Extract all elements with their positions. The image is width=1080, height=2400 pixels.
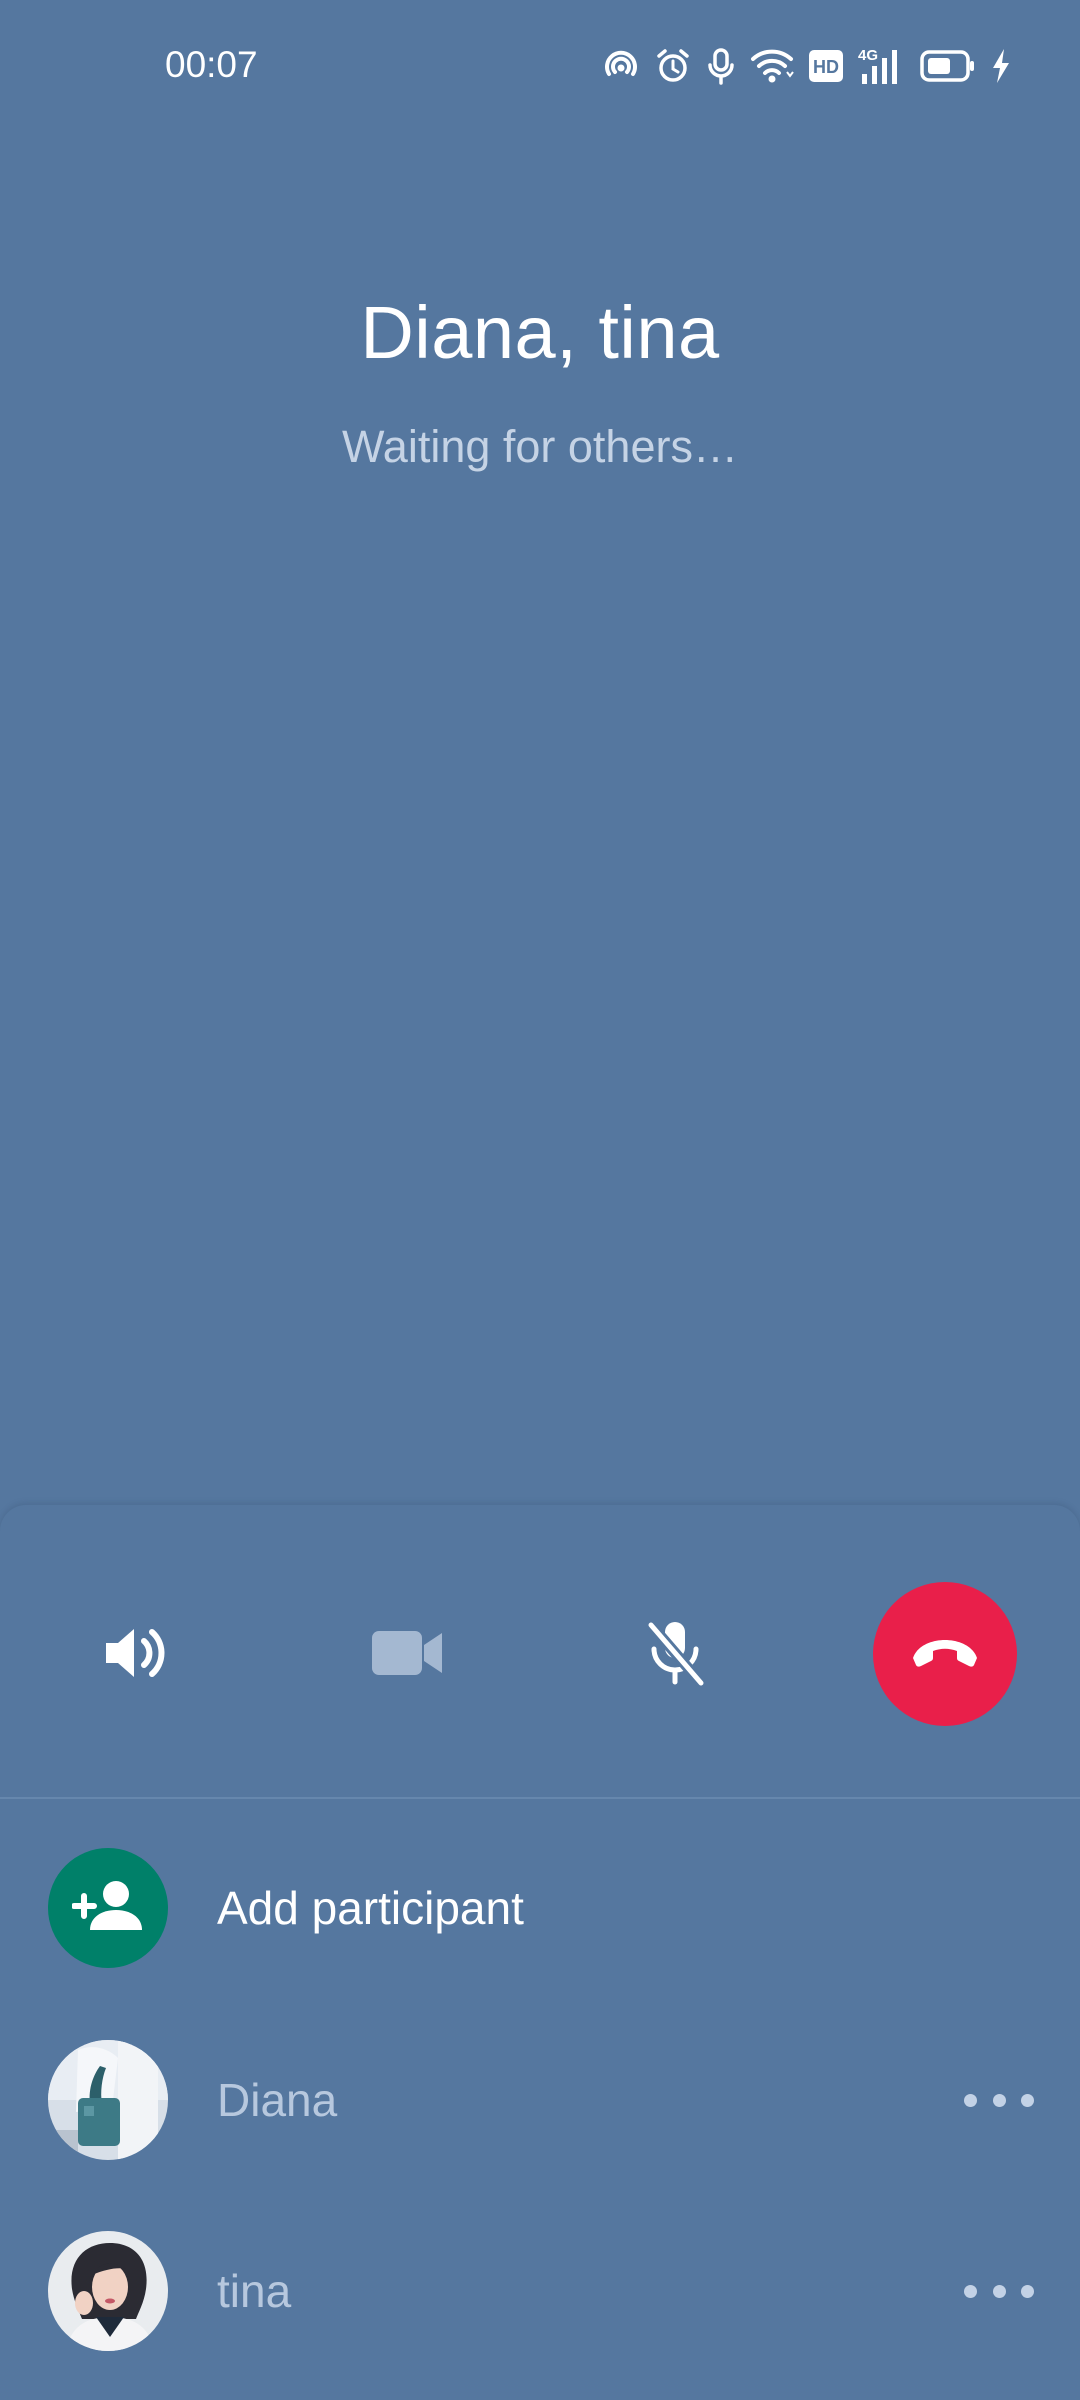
mute-button[interactable] xyxy=(610,1575,740,1735)
more-icon-dot xyxy=(964,2093,977,2107)
wifi-icon xyxy=(750,47,794,85)
participant-name: tina xyxy=(217,2265,292,2317)
alarm-icon xyxy=(654,47,692,85)
hotspot-icon xyxy=(602,47,640,85)
call-status: Waiting for others… xyxy=(342,421,738,472)
signal-4g-icon: 4G xyxy=(858,46,906,86)
call-header: Diana, tina Waiting for others… xyxy=(0,290,1080,473)
speaker-icon xyxy=(102,1623,168,1688)
status-icons: HD 4G xyxy=(602,44,1012,88)
battery-icon xyxy=(920,49,976,83)
more-options-button[interactable] xyxy=(964,2271,1034,2311)
avatar xyxy=(48,2040,168,2160)
status-bar: 00:07 HD 4G xyxy=(0,0,1080,135)
avatar xyxy=(48,2231,168,2351)
more-icon-dot xyxy=(1021,2093,1034,2107)
microphone-icon xyxy=(706,47,736,85)
hd-label: HD xyxy=(813,57,839,77)
end-call-icon xyxy=(909,1632,981,1677)
divider xyxy=(0,1797,1080,1799)
end-call-button[interactable] xyxy=(873,1582,1017,1726)
microphone-off-icon xyxy=(643,1617,707,1694)
more-icon-dot xyxy=(992,2093,1006,2107)
network-label: 4G xyxy=(858,47,878,64)
add-person-icon xyxy=(71,1878,144,1939)
hd-icon: HD xyxy=(808,49,844,83)
call-title: Diana, tina xyxy=(360,291,720,374)
participant-row[interactable]: tina xyxy=(0,2216,1080,2366)
more-icon-dot xyxy=(1021,2284,1034,2298)
status-time: 00:07 xyxy=(165,44,258,85)
add-participant-row[interactable]: Add participant xyxy=(0,1833,1080,1983)
video-camera-icon xyxy=(370,1628,444,1683)
participant-name: Diana xyxy=(217,2074,338,2126)
more-options-button[interactable] xyxy=(964,2080,1034,2120)
participant-row[interactable]: Diana xyxy=(0,2025,1080,2175)
speaker-button[interactable] xyxy=(70,1575,200,1735)
video-button[interactable] xyxy=(342,1575,472,1735)
more-icon-dot xyxy=(992,2284,1006,2298)
more-icon-dot xyxy=(964,2284,977,2298)
charging-icon xyxy=(990,47,1012,85)
add-participant-avatar xyxy=(48,1848,168,1968)
add-participant-label: Add participant xyxy=(217,1882,524,1934)
